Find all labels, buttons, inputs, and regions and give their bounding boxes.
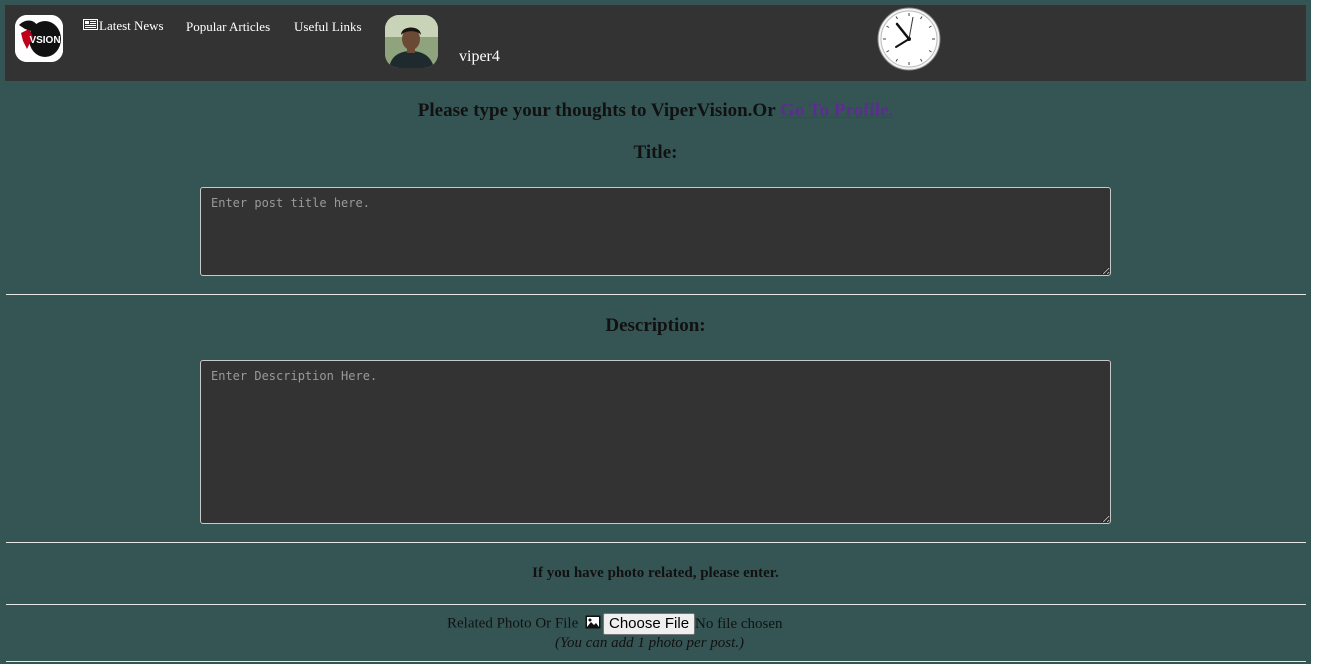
go-to-profile-link[interactable]: Go To Profile.	[780, 100, 893, 121]
top-navigation-bar: VSION Latest News Popular Articles Usefu…	[5, 5, 1306, 81]
photo-prompt: If you have photo related, please enter.	[532, 565, 779, 581]
divider	[6, 294, 1306, 295]
post-title-textarea[interactable]	[200, 187, 1111, 276]
divider	[6, 604, 1306, 605]
description-label: Description:	[605, 315, 706, 336]
newspaper-icon	[83, 19, 98, 30]
related-photo-label: Related Photo Or File	[447, 615, 579, 632]
choose-file-button[interactable]: Choose File	[603, 613, 696, 635]
title-label: Title:	[633, 142, 678, 163]
intro-heading: Please type your thoughts to ViperVision…	[0, 100, 1311, 122]
intro-text: Please type your thoughts to ViperVision…	[417, 100, 781, 121]
latest-news-label: Latest News	[99, 18, 164, 33]
divider	[6, 542, 1306, 543]
svg-text:VSION: VSION	[29, 35, 60, 46]
file-upload-row: Related Photo Or File Choose File No file…	[447, 613, 783, 635]
divider	[6, 661, 1306, 662]
nav-link-popular-articles[interactable]: Popular Articles	[186, 19, 270, 35]
username[interactable]: viper4	[459, 48, 500, 66]
file-status-text: No file chosen	[695, 615, 783, 632]
nav-link-useful-links[interactable]: Useful Links	[294, 19, 362, 35]
description-textarea[interactable]	[200, 360, 1111, 524]
photo-icon	[585, 615, 601, 629]
user-avatar[interactable]	[385, 15, 438, 68]
nav-link-latest-news[interactable]: Latest News	[83, 18, 164, 34]
page: VSION Latest News Popular Articles Usefu…	[0, 0, 1311, 664]
analog-clock	[877, 7, 941, 71]
photo-limit-note: (You can add 1 photo per post.)	[555, 635, 745, 651]
viper-vision-logo[interactable]: VSION	[15, 15, 63, 62]
